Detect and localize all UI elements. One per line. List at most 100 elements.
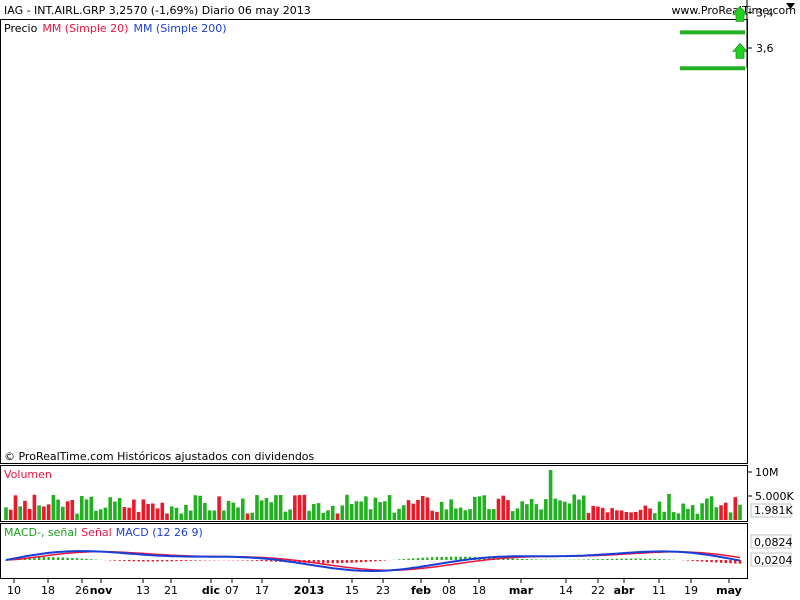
volume-bar <box>491 509 496 520</box>
volume-bar <box>444 509 449 520</box>
volume-bar <box>714 507 719 520</box>
macd-histogram-bar <box>592 559 595 560</box>
volume-bar <box>671 512 676 520</box>
volume-bar <box>231 502 236 520</box>
macd-histogram-bar <box>601 559 604 560</box>
volume-bar <box>506 500 510 520</box>
volume-bar <box>676 513 681 520</box>
volume-bar <box>23 500 27 520</box>
macd-histogram-bar <box>435 557 439 560</box>
volume-bar <box>297 495 302 520</box>
volume-bar <box>288 509 292 520</box>
volume-bar <box>245 513 250 520</box>
macd-histogram-bar <box>629 558 633 560</box>
x-axis-label: 18 <box>41 584 55 597</box>
volume-bar <box>269 502 273 520</box>
volume-bar <box>42 506 46 520</box>
x-axis-label: 08 <box>442 584 456 597</box>
volume-badge-label: 1.981K <box>754 504 793 517</box>
volume-bar <box>463 510 468 520</box>
volume-bar <box>529 499 534 520</box>
price-footer: © ProRealTime.com Históricos ajustados c… <box>4 450 315 463</box>
x-axis-label: 2013 <box>294 584 325 597</box>
price-axis-label: 3,4 <box>756 7 774 20</box>
volume-bar <box>420 495 425 520</box>
volume-bar <box>61 506 65 520</box>
macd-histogram-bar <box>165 560 169 562</box>
volume-bar <box>411 503 416 520</box>
volume-bar <box>89 496 94 520</box>
macd-histogram-bar <box>355 560 358 563</box>
instrument-title: IAG - INT.AIRL.GRP 3,2570 (-1,69%) Diari… <box>4 4 311 17</box>
volume-bar <box>615 510 619 520</box>
volume-bar <box>401 505 406 520</box>
volume-bar <box>605 512 610 520</box>
volume-bar <box>122 507 127 520</box>
x-axis-label: 11 <box>652 584 666 597</box>
x-axis-label: 10 <box>7 584 21 597</box>
volume-bar <box>368 509 373 520</box>
volume-bar <box>198 495 202 520</box>
macd-histogram-bar <box>61 557 65 560</box>
macd-histogram-bar <box>52 557 55 560</box>
volume-bar <box>65 501 70 520</box>
volume-bar <box>127 507 131 520</box>
up-arrow-icon <box>732 42 748 59</box>
x-axis-label: 15 <box>345 584 359 597</box>
x-axis-label: may <box>716 584 742 597</box>
macd-histogram-bar <box>625 558 628 560</box>
macd-signal-line <box>5 550 741 571</box>
volume-bar <box>141 499 146 520</box>
macd-histogram-bar <box>47 556 50 560</box>
macd-histogram-bar <box>194 560 197 561</box>
volume-bar <box>364 496 368 520</box>
macd-histogram-bar <box>620 558 623 560</box>
volume-bar <box>330 505 335 520</box>
volume-bar <box>619 510 624 520</box>
volume-bar <box>709 496 714 520</box>
volume-bar <box>27 508 32 520</box>
macd-histogram-bar <box>85 558 88 560</box>
x-axis-label: 17 <box>255 584 269 597</box>
volume-bar <box>383 501 387 520</box>
macd-histogram-bar <box>255 560 259 561</box>
volume-bar <box>728 512 733 520</box>
volume-bar <box>648 508 652 520</box>
volume-bar <box>392 512 397 520</box>
volume-bar <box>354 501 359 520</box>
volume-bar <box>316 503 321 520</box>
macd-histogram-bar <box>127 560 131 562</box>
macd-histogram-bar <box>198 560 202 561</box>
macd-histogram-bar <box>123 560 126 562</box>
volume-bar <box>534 504 539 520</box>
x-axis-label: 23 <box>376 584 390 597</box>
macd-histogram-bar <box>710 560 713 563</box>
macd-histogram-bar <box>359 560 363 563</box>
volume-bar <box>46 504 51 520</box>
legend-entry: Precio <box>4 22 38 35</box>
volume-bar <box>222 510 226 520</box>
volume-bar <box>610 508 614 520</box>
macd-histogram-bar <box>700 560 704 562</box>
volume-bar <box>108 497 112 520</box>
macd-histogram-bar <box>66 557 69 560</box>
volume-bar <box>302 494 307 520</box>
macd-histogram-bar <box>454 556 458 560</box>
macd-histogram-bar <box>331 560 334 564</box>
volume-bar <box>473 496 477 520</box>
macd-histogram-bar <box>137 560 140 562</box>
macd-histogram-bar <box>715 560 718 563</box>
volume-bar <box>667 494 671 520</box>
volume-bar <box>600 507 605 520</box>
volume-bar <box>132 499 136 520</box>
volume-bar <box>634 511 638 520</box>
site-watermark: www.ProRealTime.com <box>671 4 796 17</box>
macd-histogram-bar <box>426 557 429 560</box>
volume-bar <box>4 507 8 520</box>
macd-histogram-bar <box>525 559 529 560</box>
volume-title: Volumen <box>4 468 52 481</box>
x-axis-label: 21 <box>164 584 178 597</box>
macd-histogram-bar <box>151 560 154 562</box>
macd-histogram-bar <box>686 560 690 561</box>
macd-histogram-bar <box>345 560 349 563</box>
